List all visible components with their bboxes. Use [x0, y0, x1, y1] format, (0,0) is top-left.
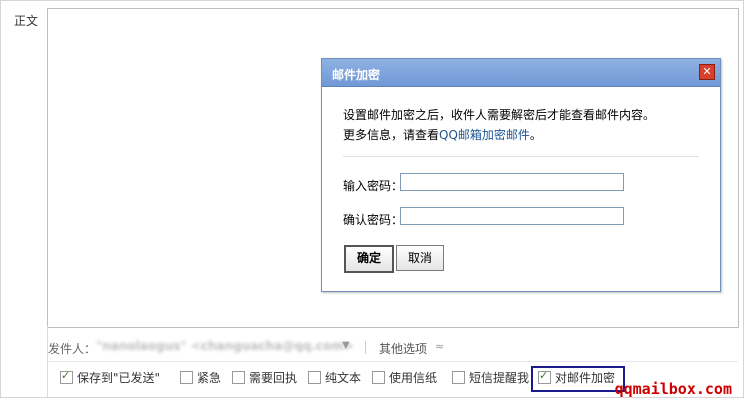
checkbox-icon[interactable]: [180, 371, 193, 384]
more-info-prefix: 更多信息，请查看: [343, 128, 440, 142]
option-label: 短信提醒我: [469, 371, 530, 385]
more-info-suffix: 。: [529, 128, 542, 142]
confirm-password-input[interactable]: [400, 207, 624, 225]
confirm-password-label: 确认密码：: [343, 213, 404, 227]
sender-label: 发件人：: [48, 342, 97, 356]
expand-icon[interactable]: ≈: [435, 340, 444, 353]
encrypt-dialog: 邮件加密 ✕ 设置邮件加密之后，收件人需要解密后才能查看邮件内容。 更多信息，请…: [321, 58, 721, 292]
option-save-sent[interactable]: 保存到"已发送": [60, 369, 160, 387]
ok-button[interactable]: 确定: [344, 245, 394, 273]
dialog-title: 邮件加密: [332, 68, 381, 82]
option-label: 紧急: [197, 371, 222, 385]
chevron-down-icon[interactable]: ▼: [342, 340, 350, 351]
password-input[interactable]: [400, 173, 624, 191]
encrypt-highlight-box: [531, 366, 625, 392]
option-urgent[interactable]: 紧急: [180, 369, 221, 387]
dialog-description: 设置邮件加密之后，收件人需要解密后才能查看邮件内容。: [343, 108, 656, 122]
option-sms-remind[interactable]: 短信提醒我: [452, 369, 529, 387]
checkbox-icon[interactable]: [308, 371, 321, 384]
watermark: qqmailbox.com: [614, 380, 732, 398]
option-receipt[interactable]: 需要回执: [232, 369, 297, 387]
option-label: 纯文本: [325, 371, 362, 385]
option-stationery[interactable]: 使用信纸: [372, 369, 437, 387]
option-label: 使用信纸: [389, 371, 438, 385]
body-label: 正文: [14, 14, 39, 28]
divider: [48, 361, 738, 362]
divider: [365, 341, 366, 354]
option-plain-text[interactable]: 纯文本: [308, 369, 361, 387]
divider: [47, 326, 48, 398]
checkbox-icon[interactable]: [452, 371, 465, 384]
sender-select[interactable]: "nanolaogus" <changuacha@qq.com>: [96, 339, 354, 355]
checkbox-checked-icon[interactable]: [60, 369, 73, 384]
cancel-button[interactable]: 取消: [396, 245, 444, 271]
checkbox-icon[interactable]: [372, 371, 385, 384]
encrypt-help-link[interactable]: QQ邮箱加密邮件: [439, 128, 530, 142]
password-label: 输入密码：: [343, 179, 404, 193]
close-icon[interactable]: ✕: [699, 64, 715, 80]
more-options-link[interactable]: 其他选项: [379, 340, 427, 357]
dialog-separator: [343, 156, 699, 157]
option-label: 保存到"已发送": [77, 371, 161, 385]
dialog-more-info: 更多信息，请查看QQ邮箱加密邮件。: [343, 126, 542, 143]
option-label: 需要回执: [249, 371, 298, 385]
dialog-header: 邮件加密 ✕: [322, 59, 720, 87]
checkbox-icon[interactable]: [232, 371, 245, 384]
